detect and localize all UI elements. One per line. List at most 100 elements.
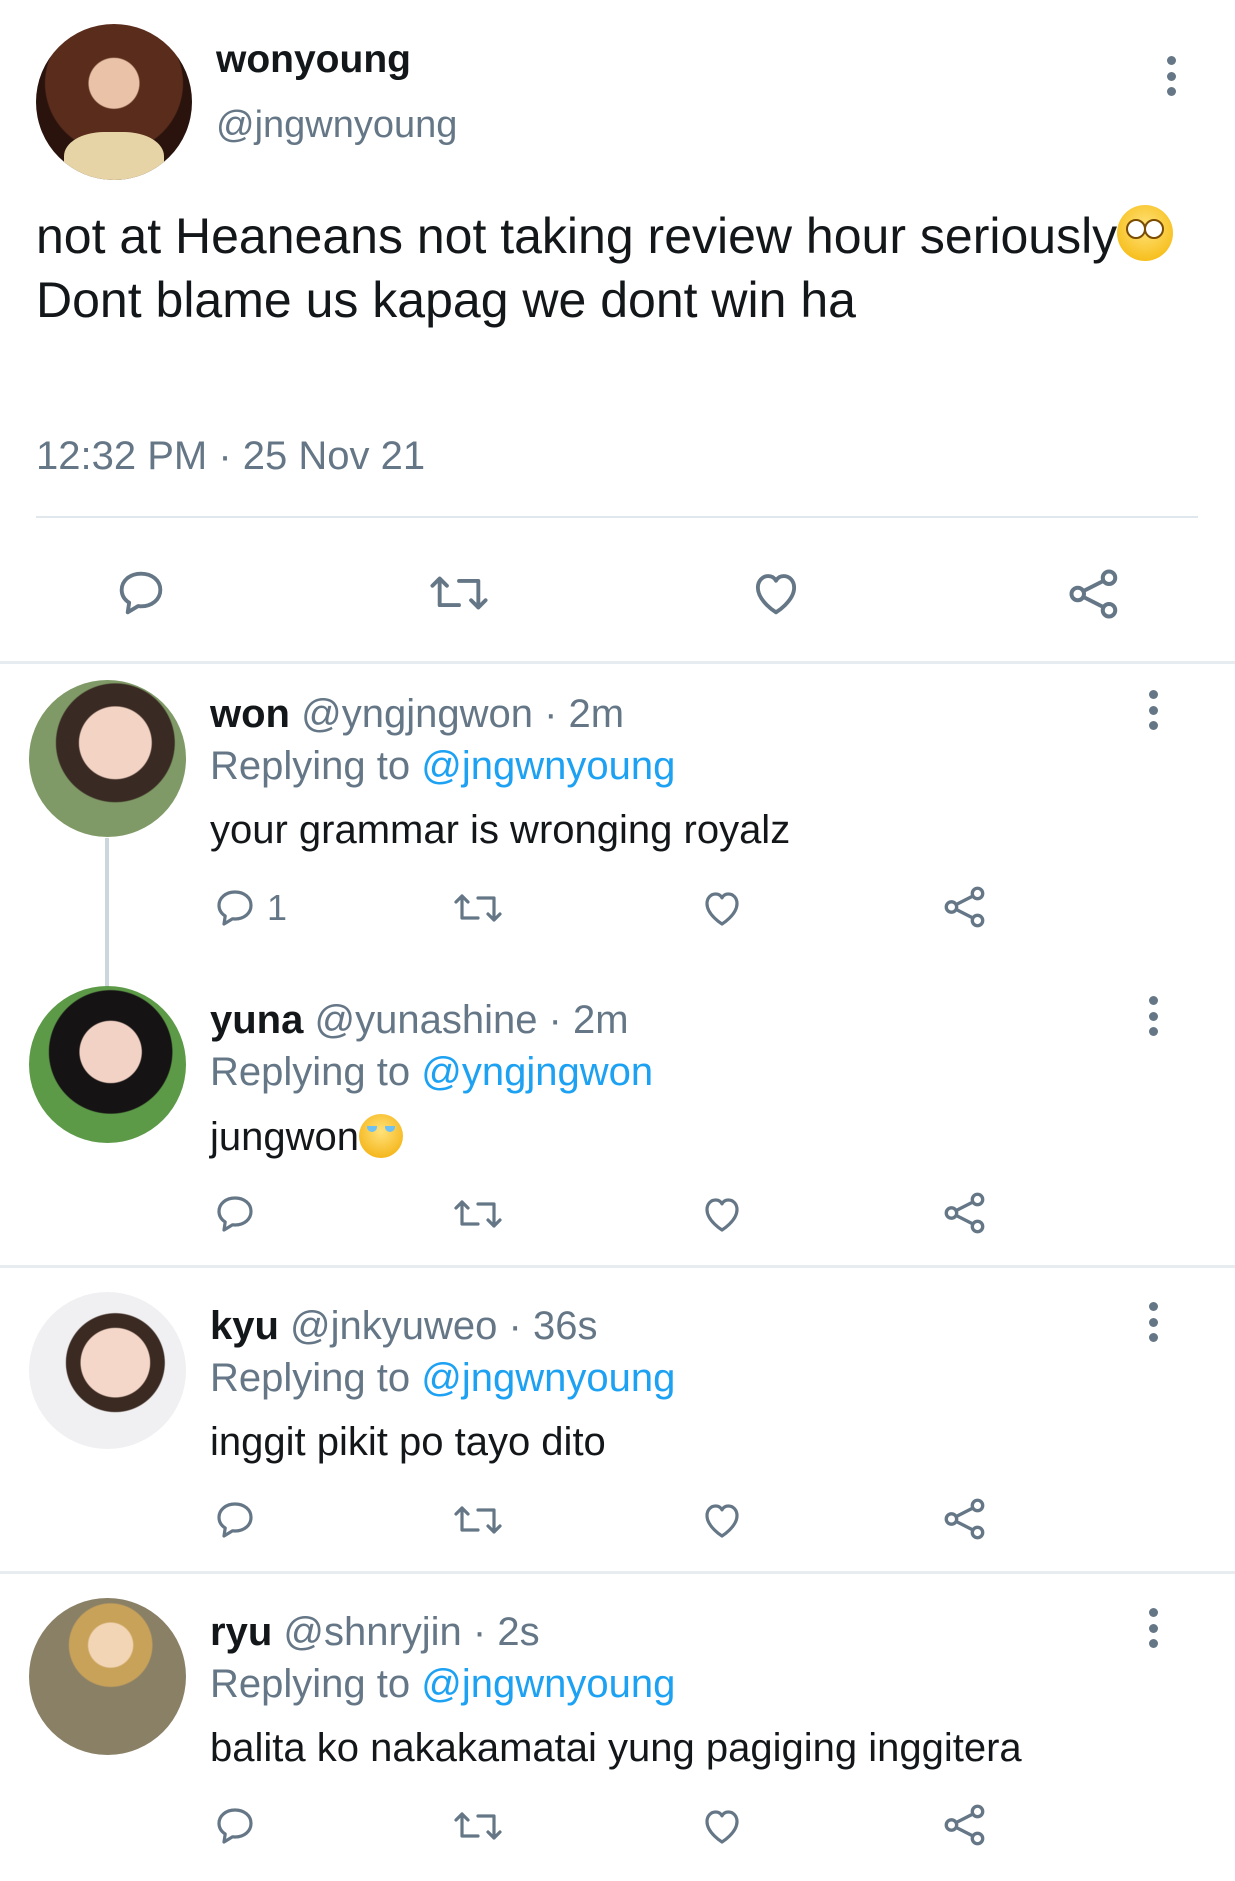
- reply-icon: [217, 1502, 253, 1538]
- like-icon: [755, 574, 797, 615]
- divider: [0, 1265, 1235, 1268]
- avatar[interactable]: [29, 680, 186, 837]
- replying-to-mention[interactable]: @jngwnyoung: [421, 1662, 675, 1706]
- reply-handle-time: @yunashine · 2m: [303, 998, 629, 1042]
- avatar[interactable]: [36, 24, 192, 180]
- avatar[interactable]: [29, 986, 186, 1143]
- reply-author-name[interactable]: kyu: [210, 1304, 279, 1348]
- reply-actions: 1: [0, 880, 1235, 940]
- more-icon[interactable]: [1133, 996, 1173, 1036]
- retweet-icon: [454, 1506, 502, 1534]
- tweet-actions: [0, 558, 1235, 628]
- replying-to-mention[interactable]: @jngwnyoung: [421, 744, 675, 788]
- replying-to: Replying to @jngwnyoung: [210, 1662, 675, 1707]
- divider: [0, 661, 1235, 664]
- retweet-icon: [430, 576, 488, 610]
- reply-author-name[interactable]: won: [210, 692, 290, 736]
- avatar[interactable]: [29, 1292, 186, 1449]
- share-button[interactable]: [940, 1494, 990, 1544]
- retweet-icon: [454, 894, 502, 922]
- reply-icon: [119, 571, 163, 615]
- retweet-button[interactable]: [450, 1496, 506, 1544]
- divider: [0, 1571, 1235, 1574]
- like-button[interactable]: [746, 564, 806, 622]
- like-button[interactable]: [697, 884, 747, 932]
- reply-text: balita ko nakakamatai yung pagiging ingg…: [210, 1726, 1022, 1770]
- author-handle[interactable]: @jngwnyoung: [216, 104, 457, 147]
- more-icon[interactable]: [1151, 56, 1191, 96]
- like-button[interactable]: [697, 1496, 747, 1544]
- retweet-icon: [454, 1200, 502, 1228]
- replying-to: Replying to @yngjngwon: [210, 1050, 653, 1095]
- share-icon: [1069, 569, 1118, 619]
- replying-to-label: Replying to: [210, 1662, 422, 1706]
- replying-to-mention[interactable]: @yngjngwon: [421, 1050, 653, 1094]
- reply-handle-time: @yngjngwon · 2m: [289, 692, 625, 736]
- reply-header: kyu @jnkyuweo · 36s: [210, 1304, 597, 1349]
- share-icon: [944, 1192, 985, 1234]
- more-icon[interactable]: [1133, 1302, 1173, 1342]
- share-button[interactable]: [940, 1188, 990, 1238]
- reply-header: ryu @shnryjin · 2s: [210, 1610, 540, 1655]
- reply-tweet[interactable]: won @yngjngwon · 2m Replying to @jngwnyo…: [0, 680, 1235, 980]
- retweet-button[interactable]: [426, 564, 492, 622]
- tweet-text-part-1: not at Heaneans not taking review hour s…: [36, 208, 1118, 264]
- share-button[interactable]: [940, 882, 990, 932]
- share-button[interactable]: [1064, 564, 1124, 624]
- tweet-text-part-2: Dont blame us kapag we dont win ha: [36, 272, 856, 328]
- author-display-name[interactable]: wonyoung: [216, 38, 411, 82]
- reply-text-content: jungwon: [210, 1115, 360, 1159]
- reply-button[interactable]: [211, 1496, 259, 1544]
- avatar[interactable]: [29, 1598, 186, 1755]
- reply-actions: [0, 1798, 1235, 1858]
- reply-header: yuna @yunashine · 2m: [210, 998, 629, 1043]
- main-tweet: wonyoung @jngwnyoung not at Heaneans not…: [0, 0, 1235, 661]
- divider: [36, 516, 1198, 518]
- reply-actions: [0, 1492, 1235, 1552]
- reply-button[interactable]: [112, 564, 170, 622]
- like-icon: [705, 1810, 739, 1844]
- share-icon: [944, 886, 985, 928]
- reply-button[interactable]: [211, 1190, 259, 1238]
- loudly-crying-face-emoji: [359, 1114, 404, 1158]
- reply-handle-time: @jnkyuweo · 36s: [278, 1304, 598, 1348]
- reply-icon: [217, 1808, 253, 1844]
- like-button[interactable]: [697, 1802, 747, 1850]
- reply-icon: [217, 890, 253, 926]
- reply-tweet[interactable]: kyu @jnkyuweo · 36s Replying to @jngwnyo…: [0, 1292, 1235, 1562]
- reply-text: your grammar is wronging royalz: [210, 808, 791, 852]
- reply-tweet[interactable]: ryu @shnryjin · 2s Replying to @jngwnyou…: [0, 1598, 1235, 1881]
- share-icon: [944, 1804, 985, 1846]
- reply-button[interactable]: [211, 1802, 259, 1850]
- reply-tweet[interactable]: yuna @yunashine · 2m Replying to @yngjng…: [0, 986, 1235, 1256]
- replying-to: Replying to @jngwnyoung: [210, 1356, 675, 1401]
- reply-text: jungwon: [210, 1114, 404, 1160]
- replying-to-label: Replying to: [210, 744, 422, 788]
- reply-actions: [0, 1186, 1235, 1246]
- like-icon: [705, 892, 739, 926]
- replying-to-label: Replying to: [210, 1356, 422, 1400]
- reply-handle-time: @shnryjin · 2s: [272, 1610, 540, 1654]
- retweet-button[interactable]: [450, 1802, 506, 1850]
- like-icon: [705, 1198, 739, 1232]
- tweet-detail-page: wonyoung @jngwnyoung not at Heaneans not…: [0, 0, 1235, 1881]
- like-button[interactable]: [697, 1190, 747, 1238]
- like-icon: [705, 1504, 739, 1538]
- more-icon[interactable]: [1133, 690, 1173, 730]
- retweet-button[interactable]: [450, 1190, 506, 1238]
- reply-author-name[interactable]: ryu: [210, 1610, 272, 1654]
- reply-icon: [217, 1196, 253, 1232]
- share-button[interactable]: [940, 1800, 990, 1850]
- reply-author-name[interactable]: yuna: [210, 998, 303, 1042]
- reply-text: inggit pikit po tayo dito: [210, 1420, 606, 1464]
- share-icon: [944, 1498, 985, 1540]
- replying-to-mention[interactable]: @jngwnyoung: [421, 1356, 675, 1400]
- replying-to-label: Replying to: [210, 1050, 422, 1094]
- reply-button[interactable]: 1: [211, 884, 287, 932]
- more-icon[interactable]: [1133, 1608, 1173, 1648]
- tweet-timestamp: 12:32 PM · 25 Nov 21: [36, 434, 426, 478]
- retweet-button[interactable]: [450, 884, 506, 932]
- retweet-icon: [454, 1812, 502, 1840]
- face-with-rolling-eyes-emoji: [1117, 205, 1174, 261]
- replying-to: Replying to @jngwnyoung: [210, 744, 675, 789]
